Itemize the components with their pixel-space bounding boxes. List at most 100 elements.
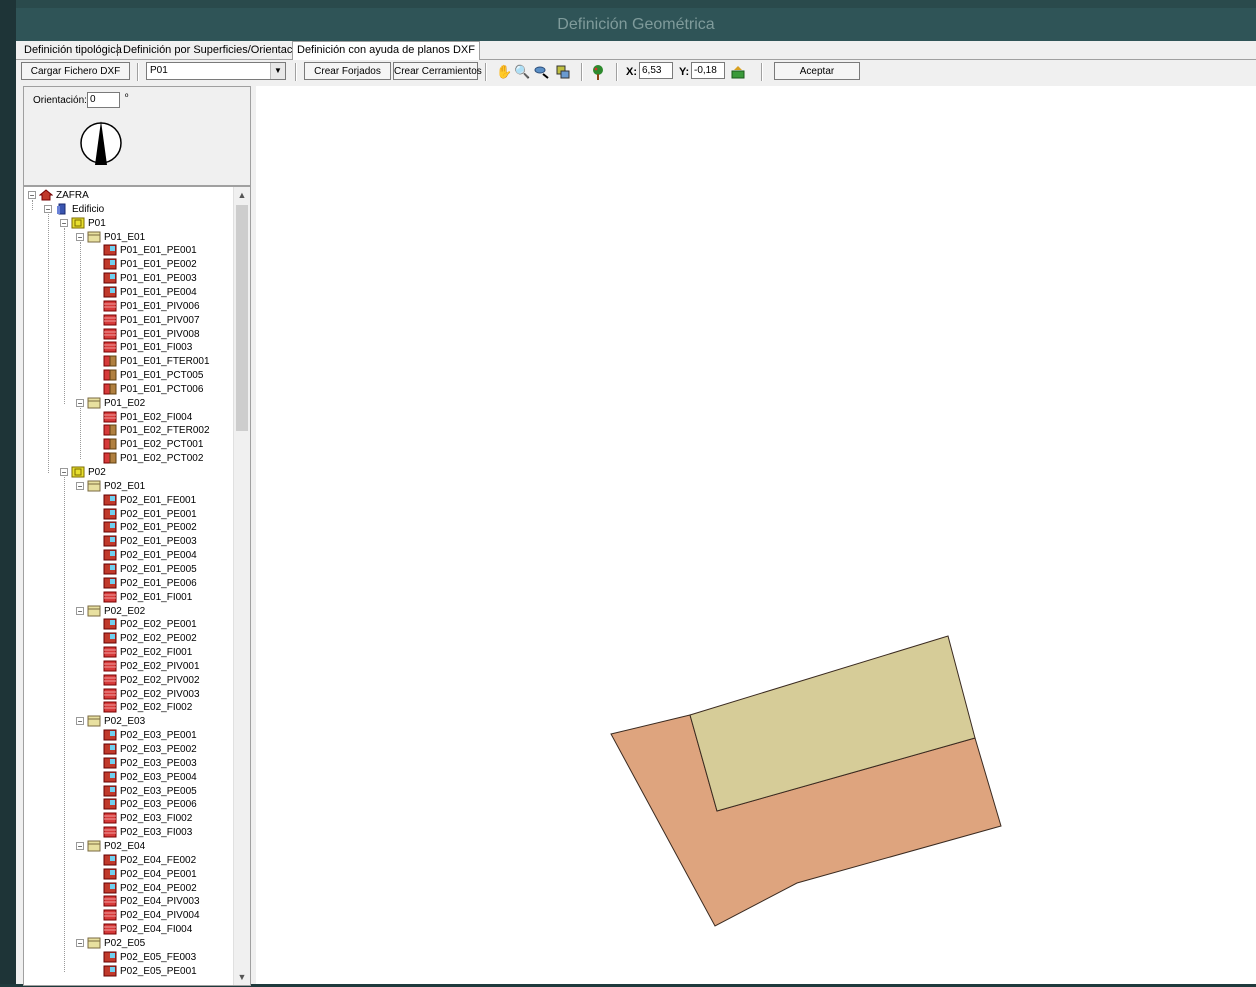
toolbar-separator xyxy=(761,63,763,81)
zoom-window-icon[interactable] xyxy=(533,64,549,80)
tree-node-label: P02_E03_PE001 xyxy=(120,730,197,742)
tree-node-label: P02_E03_FI002 xyxy=(120,813,193,825)
floor-select[interactable]: P01 ▼ xyxy=(146,62,286,80)
space-icon xyxy=(87,937,101,949)
main-window: Definición tipológica Definición por Sup… xyxy=(16,41,1256,986)
collapse-icon[interactable]: − xyxy=(60,218,68,227)
window-icon xyxy=(103,632,117,644)
tree-node-label: P02_E04_PE001 xyxy=(120,868,197,880)
toolbar-separator xyxy=(137,63,139,81)
tab-separator xyxy=(117,44,118,56)
x-coord-label: X: xyxy=(626,66,637,78)
tree-node-label: P01_E01_PIV006 xyxy=(120,300,200,312)
orientation-input[interactable]: 0 xyxy=(87,92,120,108)
tab-dxf[interactable]: Definición con ayuda de planos DXF xyxy=(292,41,480,60)
x-coord-field[interactable]: 6,53 xyxy=(639,62,673,79)
tree-node-label: P02_E03_PE004 xyxy=(120,771,197,783)
window-icon xyxy=(103,244,117,256)
orientation-unit: º xyxy=(125,92,129,102)
tree-node-label: P01_E01_PE001 xyxy=(120,245,197,257)
window-icon xyxy=(103,868,117,880)
tree-node-label: P02_E02_PIV002 xyxy=(120,674,200,686)
tree-node-label: P02_E02_PE001 xyxy=(120,619,197,631)
create-enclosures-button[interactable]: Crear Cerramientos xyxy=(393,62,482,80)
zoom-icon[interactable]: 🔍 xyxy=(514,64,530,80)
create-slabs-button[interactable]: Crear Forjados xyxy=(304,62,391,80)
hand-pan-icon[interactable]: ✋ xyxy=(496,64,512,80)
collapse-icon[interactable]: − xyxy=(76,398,84,407)
export-icon[interactable] xyxy=(730,64,746,80)
tree-node-label: P02_E02_PIV003 xyxy=(120,688,200,700)
tree-node-label: P02_E04_FI004 xyxy=(120,924,193,936)
collapse-icon[interactable]: − xyxy=(76,717,84,726)
tree-node-label: P01_E01_PCT005 xyxy=(120,370,204,382)
collapse-icon[interactable]: − xyxy=(60,468,68,477)
tree-guide-line xyxy=(64,227,65,404)
window-icon xyxy=(103,577,117,589)
load-dxf-button[interactable]: Cargar Fichero DXF xyxy=(21,62,130,80)
collapse-icon[interactable]: − xyxy=(76,606,84,615)
tree-icon[interactable] xyxy=(590,64,606,80)
tree-node-label: P01 xyxy=(88,217,106,229)
collapse-icon[interactable]: − xyxy=(44,204,52,213)
tree-node-label: P01_E02_FTER002 xyxy=(120,425,210,437)
scroll-thumb[interactable] xyxy=(236,205,248,431)
wall-icon xyxy=(103,688,117,700)
scroll-up-icon[interactable]: ▲ xyxy=(234,187,250,203)
scroll-down-icon[interactable]: ▼ xyxy=(234,969,250,985)
toolbar: Cargar Fichero DXF P01 ▼ Crear Forjados … xyxy=(16,60,1256,84)
space-icon xyxy=(87,231,101,243)
window-icon xyxy=(103,771,117,783)
wall-icon xyxy=(103,895,117,907)
bridge-icon xyxy=(103,383,117,395)
y-coord-field[interactable]: -0,18 xyxy=(691,62,725,79)
wall-icon xyxy=(103,591,117,603)
wall-icon xyxy=(103,812,117,824)
tree-node-label: P02_E04_FE002 xyxy=(120,854,197,866)
tree-node-label: P02_E03_PE006 xyxy=(120,799,197,811)
wall-icon xyxy=(103,314,117,326)
toolbar-separator xyxy=(581,63,583,81)
tree-node-label: P01_E01_PIV008 xyxy=(120,328,200,340)
collapse-icon[interactable]: − xyxy=(28,191,36,200)
tree-node-label: P01_E01_FTER001 xyxy=(120,356,210,368)
collapse-icon[interactable]: − xyxy=(76,232,84,241)
bridge-icon xyxy=(103,369,117,381)
tree-node-label: P01_E01_PIV007 xyxy=(120,314,200,326)
tree-node-label: Edificio xyxy=(72,203,105,215)
collapse-icon[interactable]: − xyxy=(76,938,84,947)
space-icon xyxy=(87,397,101,409)
tree-guide-line xyxy=(80,407,81,460)
window-icon xyxy=(103,743,117,755)
window-icon xyxy=(103,854,117,866)
collapse-icon[interactable]: − xyxy=(76,481,84,490)
space-icon xyxy=(87,605,101,617)
window-icon xyxy=(103,882,117,894)
tree-node-label: P02_E01_PE006 xyxy=(120,577,197,589)
tree-node-label: P02_E05_PE001 xyxy=(120,965,197,977)
tree-node-label: P02_E02_PE002 xyxy=(120,633,197,645)
window-icon xyxy=(103,521,117,533)
window-icon xyxy=(103,618,117,630)
tree-node-label: P02_E03 xyxy=(104,716,146,728)
wall-icon xyxy=(103,909,117,921)
house-icon xyxy=(38,189,54,201)
toolbar-separator xyxy=(616,63,618,81)
drawing-canvas[interactable] xyxy=(256,86,1256,984)
building-icon xyxy=(55,203,69,215)
window-icon xyxy=(103,951,117,963)
collapse-icon[interactable]: − xyxy=(76,841,84,850)
tree-scrollbar[interactable]: ▲ ▼ xyxy=(233,187,250,985)
tab-strip: Definición tipológica Definición por Sup… xyxy=(16,41,1256,60)
orientation-panel: Orientación: 0 º xyxy=(23,86,251,186)
wall-icon xyxy=(103,411,117,423)
layer-icon[interactable] xyxy=(555,64,571,80)
chevron-down-icon[interactable]: ▼ xyxy=(270,63,285,79)
tree-node-label: P02_E01_PE001 xyxy=(120,508,197,520)
bridge-icon xyxy=(103,424,117,436)
building-tree[interactable]: − ZAFRA − Edificio − P01− P01_E01 P01_E01_PE001… xyxy=(23,186,251,986)
tree-node-label: P01_E01_PCT006 xyxy=(120,383,204,395)
tab-tipologica[interactable]: Definición tipológica xyxy=(20,43,126,58)
accept-button[interactable]: Aceptar xyxy=(774,62,860,80)
compass-north-icon xyxy=(80,121,122,165)
